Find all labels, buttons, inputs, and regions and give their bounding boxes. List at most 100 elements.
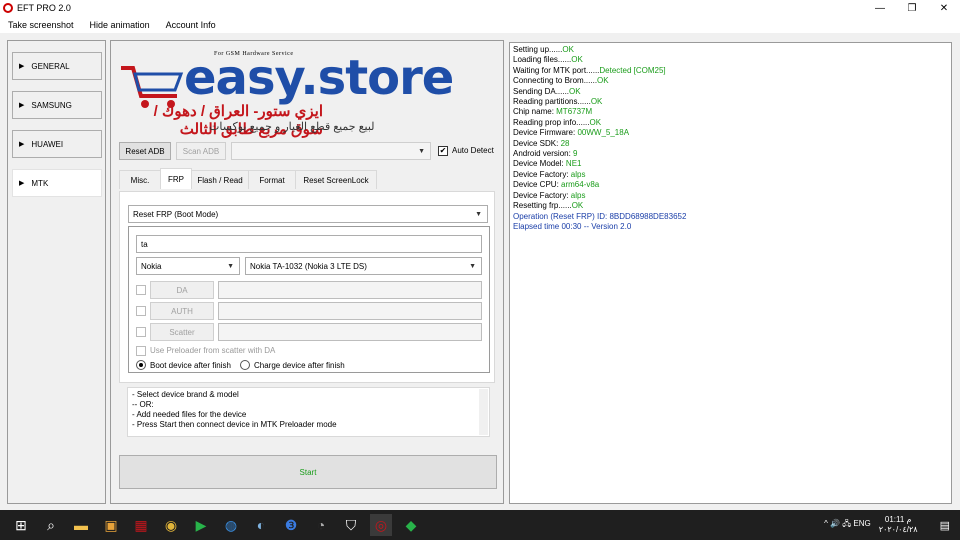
clock[interactable]: 01:11 م ٢٠٢٠/٠٤/٢٨ (879, 515, 926, 535)
charge-after-label: Charge device after finish (254, 361, 345, 370)
app-icon[interactable]: ▦ (130, 514, 152, 536)
da-checkbox[interactable] (136, 285, 146, 295)
brand-select-value: Nokia (141, 261, 162, 271)
instructions-scrollbar[interactable] (479, 389, 488, 435)
restore-button[interactable]: ❐ (896, 0, 928, 16)
chrome-icon[interactable]: ◉ (160, 514, 182, 536)
log-line: Reading partitions......OK (513, 97, 603, 107)
operation-select[interactable]: Reset FRP (Boot Mode) ▼ (128, 205, 488, 223)
eft-icon[interactable]: ◎ (370, 514, 392, 536)
chevron-down-icon: ▼ (475, 211, 482, 218)
boot-after-label: Boot device after finish (150, 361, 231, 370)
app-icon-6[interactable]: ◆ (400, 514, 422, 536)
clock-date: ٢٠٢٠/٠٤/٢٨ (878, 525, 918, 534)
brand-select[interactable]: Nokia ▼ (136, 257, 240, 275)
brand-label: GENERAL (31, 61, 70, 71)
da-button[interactable]: DA (150, 281, 214, 299)
search-icon[interactable]: ⌕ (40, 514, 62, 536)
taskbar: ⊞ ⌕ ▬ ▣ ▦ ◉ ▶ ◍ ◐ ❸ ◔ ⛉ ◎ ◆ ^ 🔊 🖧 ENG 01… (0, 510, 960, 540)
log-line: Device Factory: alps (513, 190, 586, 200)
tab-misc[interactable]: Misc. (119, 170, 161, 189)
file-explorer-icon[interactable]: ▬ (70, 514, 92, 536)
log-line: Android version: 9 (513, 149, 578, 159)
log-line: Device Firmware: 00WW_5_18A (513, 128, 630, 138)
log-line: Device CPU: arm64-v8a (513, 180, 600, 190)
log-operation-id: Operation (Reset FRP) ID: 8BDD68988DE836… (513, 211, 687, 221)
store-logo: For GSM Hardware Service easy.store ايزي… (119, 46, 499, 138)
scatter-button[interactable]: Scatter (150, 323, 214, 341)
menu-account-info[interactable]: Account Info (166, 20, 216, 30)
notifications-icon[interactable]: ▤ (940, 519, 950, 532)
auto-detect-checkbox[interactable]: ✔ (438, 146, 448, 156)
boot-after-radio[interactable] (136, 360, 146, 370)
instruction-line: -- OR: (132, 400, 154, 409)
tab-reset-screenlock[interactable]: Reset ScreenLock (295, 170, 377, 189)
scan-adb-button[interactable]: Scan ADB (176, 142, 226, 160)
log-line: Connecting to Brom......OK (513, 76, 609, 86)
app-icon-5[interactable]: ◔ (310, 514, 332, 536)
instruction-line: - Add needed files for the device (132, 410, 247, 419)
frp-tab-content: Reset FRP (Boot Mode) ▼ ta Nokia ▼ Nokia… (119, 191, 495, 383)
start-button[interactable]: Start (119, 455, 497, 489)
menu-take-screenshot[interactable]: Take screenshot (8, 20, 74, 30)
windows-icon[interactable]: ⊞ (10, 514, 32, 536)
tray-icons[interactable]: ^ 🔊 🖧 ENG (824, 518, 871, 532)
log-elapsed-time: Elapsed time 00:30 -- Version 2.0 (513, 221, 632, 231)
log-line: Setting up......OK (513, 45, 574, 54)
reset-adb-button[interactable]: Reset ADB (119, 142, 171, 160)
shield-icon[interactable]: ⛉ (340, 514, 362, 536)
title-bar: EFT PRO 2.0 — ❐ ✕ (0, 0, 960, 16)
logo-arabic-line2: لبيع جميع قطع الغيار و جميع بوكسات (209, 121, 375, 133)
log-line: Resetting frp......OK (513, 201, 584, 211)
chevron-down-icon: ▼ (418, 148, 425, 155)
menu-hide-animation[interactable]: Hide animation (90, 20, 150, 30)
store-icon[interactable]: ▣ (100, 514, 122, 536)
log-line: Sending DA......OK (513, 86, 581, 96)
charge-after-radio[interactable] (240, 360, 250, 370)
log-line: Device Model: NE1 (513, 159, 582, 169)
da-path-input[interactable] (218, 281, 482, 299)
brand-panel: ▶ GENERAL ▶ SAMSUNG ▶ HUAWEI ▶ MTK (7, 40, 106, 504)
brand-general-button[interactable]: ▶ GENERAL (12, 52, 102, 80)
app-icon-3[interactable]: ◐ (250, 514, 272, 536)
brand-samsung-button[interactable]: ▶ SAMSUNG (12, 91, 102, 119)
model-select[interactable]: Nokia TA-1032 (Nokia 3 LTE DS) ▼ (245, 257, 482, 275)
brand-huawei-button[interactable]: ▶ HUAWEI (12, 130, 102, 158)
minimize-button[interactable]: — (864, 0, 896, 16)
brand-label: MTK (31, 178, 49, 188)
app-area: ▶ GENERAL ▶ SAMSUNG ▶ HUAWEI ▶ MTK For G… (0, 33, 960, 510)
auto-detect-label: Auto Detect (452, 146, 494, 155)
scatter-checkbox[interactable] (136, 327, 146, 337)
port-select[interactable]: ▼ (231, 142, 431, 160)
auth-checkbox[interactable] (136, 306, 146, 316)
instruction-line: - Select device brand & model (132, 390, 239, 399)
tab-frp[interactable]: FRP (160, 168, 192, 189)
instruction-line: - Press Start then connect device in MTK… (132, 420, 337, 429)
chevron-right-icon: ▶ (19, 141, 25, 148)
close-button[interactable]: ✕ (928, 0, 960, 16)
auth-path-input[interactable] (218, 302, 482, 320)
log-line: Chip name: MT6737M (513, 107, 593, 117)
window-title: EFT PRO 2.0 (17, 3, 71, 13)
brand-mtk-button[interactable]: ▶ MTK (12, 169, 102, 197)
log-line: Waiting for MTK port......Detected [COM2… (513, 65, 666, 75)
operations-panel: For GSM Hardware Service easy.store ايزي… (110, 40, 504, 504)
instructions-box: - Select device brand & model -- OR: - A… (127, 387, 490, 437)
use-preloader-checkbox[interactable] (136, 346, 146, 356)
tab-format[interactable]: Format (248, 170, 296, 189)
tab-flash-read[interactable]: Flash / Read (191, 170, 249, 189)
log-line: Reading prop info......OK (513, 117, 602, 127)
model-select-value: Nokia TA-1032 (Nokia 3 LTE DS) (250, 261, 367, 271)
play-icon[interactable]: ▶ (190, 514, 212, 536)
tab-bar: Misc. FRP Flash / Read Format Reset Scre… (119, 168, 377, 189)
app-icon-2[interactable]: ◍ (220, 514, 242, 536)
log-line: Loading files......OK (513, 55, 583, 65)
chevron-right-icon: ▶ (19, 63, 25, 70)
log-line: Device Factory: alps (513, 169, 586, 179)
app-icon-4[interactable]: ❸ (280, 514, 302, 536)
app-logo-icon (3, 3, 13, 13)
chevron-down-icon: ▼ (227, 263, 234, 270)
auth-button[interactable]: AUTH (150, 302, 214, 320)
scatter-path-input[interactable] (218, 323, 482, 341)
model-search-input[interactable]: ta (136, 235, 482, 253)
